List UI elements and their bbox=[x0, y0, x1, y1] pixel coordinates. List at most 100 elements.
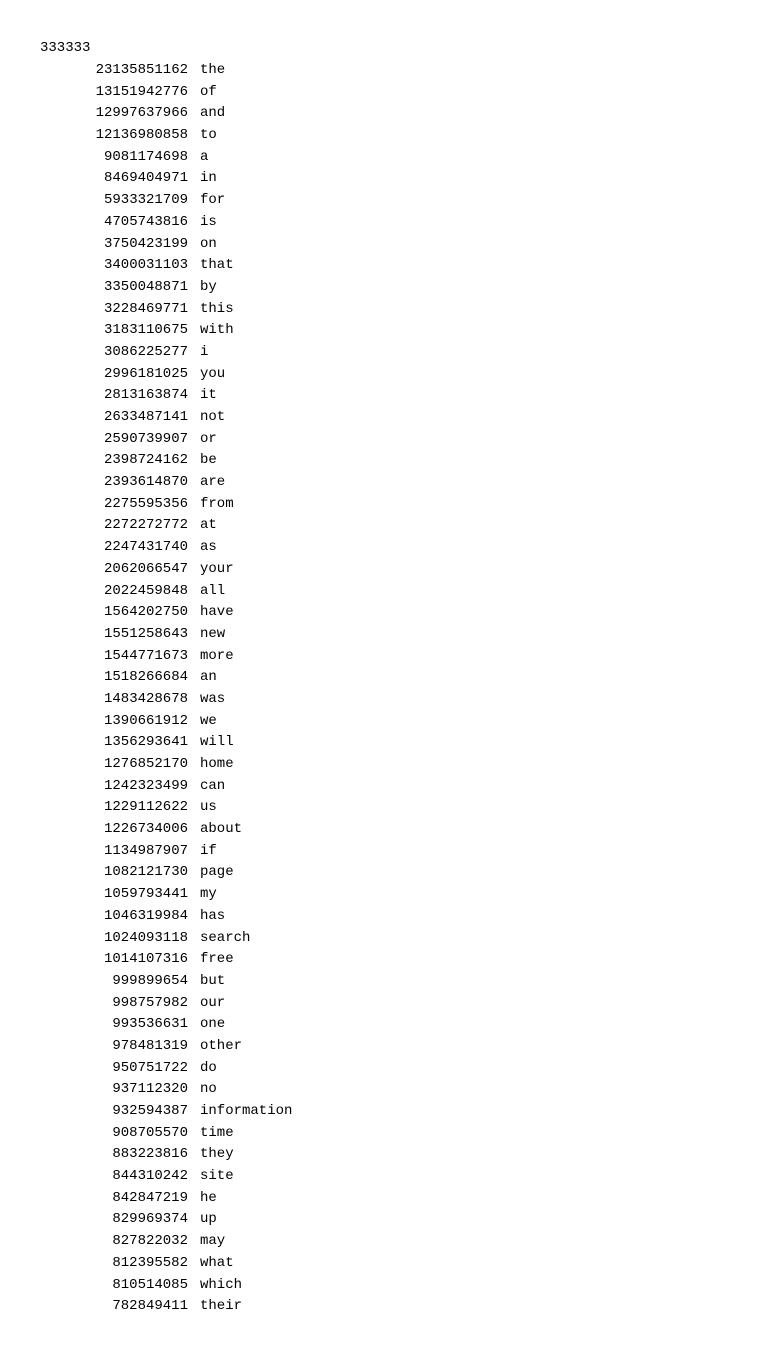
row-number: 812395582 bbox=[40, 1253, 200, 1275]
table-row: 842847219he bbox=[40, 1188, 728, 1210]
row-word: was bbox=[200, 689, 225, 711]
table-row: 1059793441my bbox=[40, 884, 728, 906]
table-row: 12136980858to bbox=[40, 125, 728, 147]
row-number: 932594387 bbox=[40, 1101, 200, 1123]
row-word: as bbox=[200, 537, 217, 559]
row-word: other bbox=[200, 1036, 242, 1058]
row-word: free bbox=[200, 949, 234, 971]
row-number: 3183110675 bbox=[40, 320, 200, 342]
table-row: 8469404971in bbox=[40, 168, 728, 190]
table-row: 998757982our bbox=[40, 993, 728, 1015]
table-row: 812395582what bbox=[40, 1253, 728, 1275]
table-row: 1551258643new bbox=[40, 624, 728, 646]
table-row: 1226734006about bbox=[40, 819, 728, 841]
row-number: 1544771673 bbox=[40, 646, 200, 668]
row-word: may bbox=[200, 1231, 225, 1253]
table-row: 883223816they bbox=[40, 1144, 728, 1166]
row-number: 1483428678 bbox=[40, 689, 200, 711]
row-word: it bbox=[200, 385, 217, 407]
row-word: one bbox=[200, 1014, 225, 1036]
row-word: have bbox=[200, 602, 234, 624]
row-word: about bbox=[200, 819, 242, 841]
row-word: us bbox=[200, 797, 217, 819]
table-row: 13151942776of bbox=[40, 82, 728, 104]
row-number: 2275595356 bbox=[40, 494, 200, 516]
row-number: 2398724162 bbox=[40, 450, 200, 472]
table-row: 932594387information bbox=[40, 1101, 728, 1123]
row-word: your bbox=[200, 559, 234, 581]
table-row: 1014107316free bbox=[40, 949, 728, 971]
row-word: for bbox=[200, 190, 225, 212]
table-row: 1544771673more bbox=[40, 646, 728, 668]
row-number: 1024093118 bbox=[40, 928, 200, 950]
row-word: of bbox=[200, 82, 217, 104]
row-word: site bbox=[200, 1166, 234, 1188]
row-word: new bbox=[200, 624, 225, 646]
table-row: 9081174698a bbox=[40, 147, 728, 169]
row-number: 1551258643 bbox=[40, 624, 200, 646]
row-number: 810514085 bbox=[40, 1275, 200, 1297]
row-word: is bbox=[200, 212, 217, 234]
row-word: they bbox=[200, 1144, 234, 1166]
row-word: time bbox=[200, 1123, 234, 1145]
row-word: he bbox=[200, 1188, 217, 1210]
table-row: 2247431740as bbox=[40, 537, 728, 559]
row-number: 908705570 bbox=[40, 1123, 200, 1145]
row-word: do bbox=[200, 1058, 217, 1080]
table-row: 5933321709for bbox=[40, 190, 728, 212]
row-word: our bbox=[200, 993, 225, 1015]
row-number: 1390661912 bbox=[40, 711, 200, 733]
row-number: 844310242 bbox=[40, 1166, 200, 1188]
table-row: 3750423199on bbox=[40, 234, 728, 256]
row-word: information bbox=[200, 1101, 292, 1123]
table-row: 3228469771this bbox=[40, 299, 728, 321]
row-word: what bbox=[200, 1253, 234, 1275]
row-word: and bbox=[200, 103, 225, 125]
row-number: 978481319 bbox=[40, 1036, 200, 1058]
row-number: 1226734006 bbox=[40, 819, 200, 841]
table-row: 3086225277i bbox=[40, 342, 728, 364]
row-word: not bbox=[200, 407, 225, 429]
row-word: an bbox=[200, 667, 217, 689]
row-number: 2247431740 bbox=[40, 537, 200, 559]
row-word: i bbox=[200, 342, 208, 364]
row-word: if bbox=[200, 841, 217, 863]
row-word: that bbox=[200, 255, 234, 277]
row-number: 12136980858 bbox=[40, 125, 200, 147]
table-row: 1082121730page bbox=[40, 862, 728, 884]
table-row: 3350048871by bbox=[40, 277, 728, 299]
row-number: 2813163874 bbox=[40, 385, 200, 407]
row-word: be bbox=[200, 450, 217, 472]
row-word: a bbox=[200, 147, 208, 169]
row-number: 13151942776 bbox=[40, 82, 200, 104]
row-word: has bbox=[200, 906, 225, 928]
table-row: 999899654but bbox=[40, 971, 728, 993]
row-word: we bbox=[200, 711, 217, 733]
table-row: 1046319984has bbox=[40, 906, 728, 928]
table-row: 829969374up bbox=[40, 1209, 728, 1231]
row-number: 9081174698 bbox=[40, 147, 200, 169]
table-row: 782849411their bbox=[40, 1296, 728, 1318]
data-table: 23135851162the13151942776of12997637966an… bbox=[40, 60, 728, 1318]
row-word: search bbox=[200, 928, 250, 950]
row-word: my bbox=[200, 884, 217, 906]
row-word: but bbox=[200, 971, 225, 993]
table-row: 2996181025you bbox=[40, 364, 728, 386]
row-word: no bbox=[200, 1079, 217, 1101]
row-word: by bbox=[200, 277, 217, 299]
row-number: 993536631 bbox=[40, 1014, 200, 1036]
table-row: 2062066547your bbox=[40, 559, 728, 581]
row-number: 829969374 bbox=[40, 1209, 200, 1231]
row-number: 2633487141 bbox=[40, 407, 200, 429]
row-number: 5933321709 bbox=[40, 190, 200, 212]
table-row: 3400031103that bbox=[40, 255, 728, 277]
row-word: their bbox=[200, 1296, 242, 1318]
row-number: 8469404971 bbox=[40, 168, 200, 190]
table-row: 2590739907or bbox=[40, 429, 728, 451]
row-word: the bbox=[200, 60, 225, 82]
row-word: in bbox=[200, 168, 217, 190]
row-word: home bbox=[200, 754, 234, 776]
table-row: 1564202750have bbox=[40, 602, 728, 624]
row-number: 1564202750 bbox=[40, 602, 200, 624]
table-row: 978481319other bbox=[40, 1036, 728, 1058]
